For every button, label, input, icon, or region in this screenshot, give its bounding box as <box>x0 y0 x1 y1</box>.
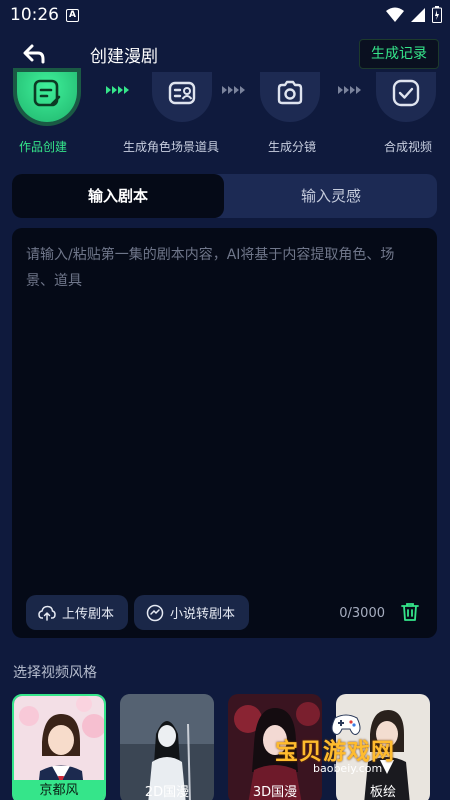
status-notification-icon: A <box>66 9 79 22</box>
script-input[interactable] <box>26 242 421 582</box>
generation-records-button[interactable]: 生成记录 <box>359 39 439 69</box>
status-time: 10:26 <box>10 5 59 25</box>
clear-button[interactable] <box>401 602 419 626</box>
style-name: 3D国漫 <box>252 785 298 800</box>
watermark: 宝贝游戏网 baobeiy.com <box>275 714 425 782</box>
check-icon <box>392 79 420 107</box>
watermark-url: baobeiy.com <box>313 762 383 775</box>
style-name: 京都风 <box>14 780 104 800</box>
trash-icon <box>401 603 419 621</box>
step-icon-circle <box>152 72 212 122</box>
step-generate-assets[interactable]: 生成角色场景道具 <box>123 72 219 155</box>
status-icons <box>386 6 442 23</box>
step-icon-circle <box>17 72 77 122</box>
step-compose-video[interactable]: 合成视频 <box>376 72 436 155</box>
signal-icon <box>411 7 425 22</box>
back-arrow-icon <box>23 44 45 64</box>
step-label: 生成角色场景道具 <box>123 140 220 154</box>
novel-to-script-label: 小说转剧本 <box>170 607 236 622</box>
battery-icon <box>432 6 442 23</box>
step-label: 合成视频 <box>383 140 432 154</box>
style-name: 板绘 <box>369 785 396 800</box>
step-icon-circle <box>260 72 320 122</box>
step-arrow-icon <box>106 86 130 94</box>
back-button[interactable] <box>20 40 50 68</box>
camera-icon <box>277 80 303 105</box>
page-title: 创建漫剧 <box>90 47 158 67</box>
script-editor-panel: 上传剧本 小说转剧本 0/3000 <box>12 228 437 638</box>
edit-doc-icon <box>33 79 61 107</box>
tab-input-inspiration[interactable]: 输入灵感 <box>225 174 437 218</box>
cloud-upload-icon <box>38 605 56 621</box>
character-counter: 0/3000 <box>339 606 385 621</box>
style-card-2d-guoman[interactable]: 2D国漫 <box>120 694 214 800</box>
step-create[interactable]: 作品创建 <box>17 72 77 155</box>
input-mode-tabs: 输入剧本 输入灵感 <box>12 174 437 218</box>
tab-input-script[interactable]: 输入剧本 <box>12 174 224 218</box>
status-bar: 10:26 A <box>0 0 450 32</box>
convert-icon <box>146 604 164 621</box>
watermark-text: 宝贝游戏网 <box>275 739 395 765</box>
style-section-label: 选择视频风格 <box>13 665 97 681</box>
upload-script-label: 上传剧本 <box>62 607 115 622</box>
step-label: 作品创建 <box>18 140 67 154</box>
step-label: 生成分镜 <box>267 140 316 154</box>
style-card-kyoto[interactable]: 京都风 <box>12 694 106 800</box>
progress-steps: 作品创建 生成角色场景道具 生成分镜 合成视频 <box>0 72 450 162</box>
novel-to-script-button[interactable]: 小说转剧本 <box>134 595 250 630</box>
style-name: 2D国漫 <box>144 785 190 800</box>
step-arrow-icon <box>338 86 362 94</box>
step-storyboard[interactable]: 生成分镜 <box>260 72 320 155</box>
character-card-icon <box>168 81 196 105</box>
upload-script-button[interactable]: 上传剧本 <box>26 595 129 630</box>
header: 创建漫剧 生成记录 <box>0 36 450 72</box>
step-icon-circle <box>376 72 436 122</box>
step-arrow-icon <box>222 86 246 94</box>
wifi-icon <box>386 7 404 22</box>
